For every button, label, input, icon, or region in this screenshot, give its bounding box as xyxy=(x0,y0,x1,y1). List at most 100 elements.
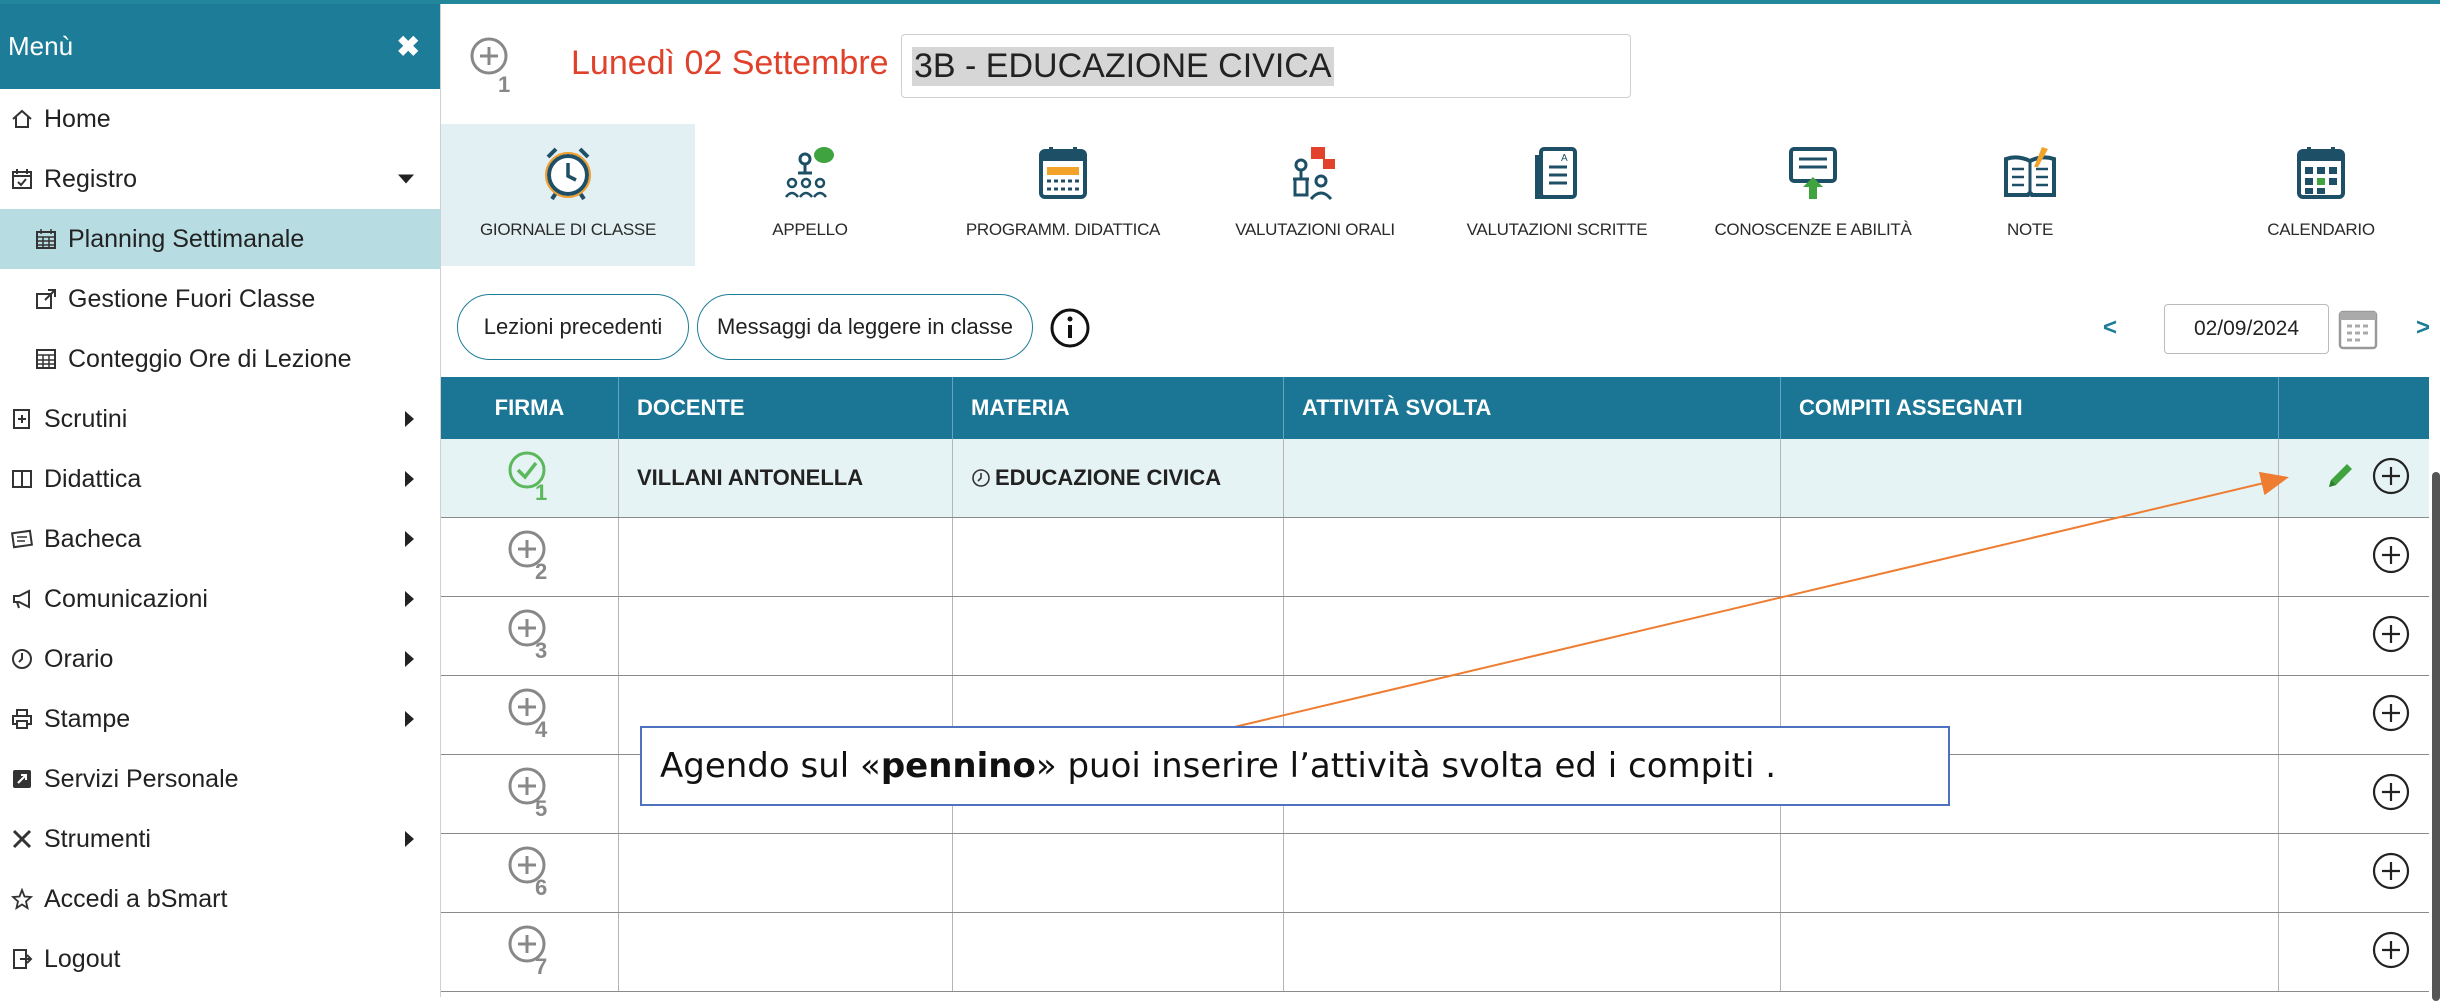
svg-text:6: 6 xyxy=(535,875,547,899)
clock-icon xyxy=(8,648,36,670)
table-header: FIRMA DOCENTE MATERIA ATTIVITÀ SVOLTA CO… xyxy=(441,377,2429,439)
sidebar-item-bacheca[interactable]: Bacheca xyxy=(0,509,440,569)
tab-note[interactable]: NOTE xyxy=(1941,124,2119,266)
tab-label: PROGRAMM. DIDATTICA xyxy=(965,220,1161,239)
sign-cell: 1 xyxy=(441,439,619,517)
caret-right-icon xyxy=(405,711,414,727)
row-actions xyxy=(2279,834,2429,912)
tab-programm-didattica[interactable]: PROGRAMM. DIDATTICA xyxy=(925,124,1201,266)
megaphone-icon xyxy=(8,588,36,610)
sidebar-item-orario[interactable]: Orario xyxy=(0,629,440,689)
add-circle-icon[interactable] xyxy=(2371,772,2411,817)
add-sign-icon[interactable]: 4 xyxy=(507,685,553,746)
vertical-scrollbar[interactable] xyxy=(2432,472,2440,1001)
signed-check-icon[interactable]: 1 xyxy=(507,448,553,509)
planning-calendar-icon xyxy=(1037,145,1089,206)
tab-calendario[interactable]: CALENDARIO xyxy=(2221,124,2421,266)
add-circle-icon[interactable] xyxy=(2371,535,2411,580)
sidebar-item-home[interactable]: Home xyxy=(0,89,440,149)
activity-cell xyxy=(1284,597,1781,675)
main-panel: 1 Lunedì 02 Settembre 3B - EDUCAZIONE CI… xyxy=(441,4,2440,1001)
lesson-date: Lunedì 02 Settembre xyxy=(571,44,889,82)
add-circle-icon[interactable] xyxy=(2371,851,2411,896)
class-subject-field[interactable]: 3B - EDUCAZIONE CIVICA xyxy=(901,34,1631,98)
table-row: 1 VILLANI ANTONELLA EDUCAZIONE CIVICA xyxy=(441,439,2429,518)
sidebar-item-conteggio-ore[interactable]: Conteggio Ore di Lezione xyxy=(0,329,440,389)
add-circle-icon[interactable] xyxy=(2371,456,2411,501)
previous-lessons-button[interactable]: Lezioni precedenti xyxy=(457,294,689,360)
tab-label: VALUTAZIONI SCRITTE xyxy=(1466,220,1648,239)
add-sign-icon[interactable]: 3 xyxy=(507,606,553,667)
subject-name: EDUCAZIONE CIVICA xyxy=(995,465,1222,490)
class-messages-button[interactable]: Messaggi da leggere in classe xyxy=(697,294,1033,360)
column-header-actions xyxy=(2279,377,2429,439)
sign-cell: 5 xyxy=(441,755,619,833)
add-sign-icon[interactable]: 5 xyxy=(507,764,553,825)
svg-text:2: 2 xyxy=(535,559,547,583)
add-circle-icon[interactable] xyxy=(2371,693,2411,738)
pencil-edit-icon[interactable] xyxy=(2323,459,2357,498)
callout-text-bold: pennino xyxy=(880,746,1036,786)
register-toolbar: GIORNALE DI CLASSE APPELLO PROGRAMM. DID… xyxy=(441,124,2440,266)
sidebar-item-registro[interactable]: Registro xyxy=(0,149,440,209)
calendar-check-icon xyxy=(8,168,36,190)
teacher-cell xyxy=(619,518,953,596)
add-sign-icon[interactable]: 6 xyxy=(507,843,553,904)
homework-cell xyxy=(1781,597,2279,675)
add-sign-icon[interactable]: 7 xyxy=(507,922,553,983)
tab-giornale-di-classe[interactable]: GIORNALE DI CLASSE xyxy=(441,124,695,266)
caret-right-icon xyxy=(405,471,414,487)
subject-cell xyxy=(953,913,1284,991)
sidebar-item-gestione-fuori-classe[interactable]: Gestione Fuori Classe xyxy=(0,269,440,329)
logout-icon xyxy=(8,948,36,970)
tab-valutazioni-scritte[interactable]: A VALUTAZIONI SCRITTE xyxy=(1429,124,1685,266)
sidebar-item-label: Registro xyxy=(44,164,138,193)
sidebar-item-label: Servizi Personale xyxy=(44,764,239,793)
caret-right-icon xyxy=(405,411,414,427)
sidebar-item-bsmart[interactable]: Accedi a bSmart xyxy=(0,869,440,929)
tab-appello[interactable]: APPELLO xyxy=(695,124,925,266)
previous-day-button[interactable]: < xyxy=(2103,314,2117,342)
class-subject-value: 3B - EDUCAZIONE CIVICA xyxy=(912,47,1334,86)
sidebar-item-logout[interactable]: Logout xyxy=(0,929,440,989)
sidebar-item-servizi-personale[interactable]: Servizi Personale xyxy=(0,749,440,809)
date-picker-icon[interactable] xyxy=(2338,308,2378,355)
callout-text-after: » puoi inserire l’attività svolta ed i c… xyxy=(1035,746,1777,786)
tools-icon xyxy=(8,828,36,850)
book-icon xyxy=(8,468,36,490)
svg-text:3: 3 xyxy=(535,638,547,662)
sidebar-item-planning-settimanale[interactable]: Planning Settimanale xyxy=(0,209,440,269)
caret-right-icon xyxy=(405,651,414,667)
add-sign-icon[interactable]: 2 xyxy=(507,527,553,588)
svg-text:7: 7 xyxy=(535,954,547,978)
sidebar-item-scrutini[interactable]: Scrutini xyxy=(0,389,440,449)
calendar-grid-icon xyxy=(2295,145,2347,206)
sidebar-item-didattica[interactable]: Didattica xyxy=(0,449,440,509)
sidebar-item-strumenti[interactable]: Strumenti xyxy=(0,809,440,869)
teacher-cell xyxy=(619,913,953,991)
activity-cell xyxy=(1284,518,1781,596)
sidebar-item-label: Strumenti xyxy=(44,824,151,853)
subject-cell xyxy=(953,597,1284,675)
tab-valutazioni-orali[interactable]: VALUTAZIONI ORALI xyxy=(1201,124,1429,266)
add-circle-icon[interactable] xyxy=(2371,930,2411,975)
sidebar-item-comunicazioni[interactable]: Comunicazioni xyxy=(0,569,440,629)
sidebar-item-label: Stampe xyxy=(44,704,131,733)
close-icon[interactable]: ✖ xyxy=(397,30,420,63)
svg-text:1: 1 xyxy=(535,480,547,504)
next-day-button[interactable]: > xyxy=(2416,314,2430,342)
info-icon[interactable] xyxy=(1049,307,1091,354)
column-header-firma: FIRMA xyxy=(441,377,619,439)
sidebar-item-label: Orario xyxy=(44,644,114,673)
date-field[interactable]: 02/09/2024 xyxy=(2164,304,2329,354)
star-icon xyxy=(8,888,36,910)
tab-label: GIORNALE DI CLASSE xyxy=(480,220,656,239)
table-row: 6 xyxy=(441,834,2429,913)
add-circle-icon[interactable] xyxy=(2371,614,2411,659)
sidebar-item-label: Scrutini xyxy=(44,404,128,433)
sidebar-item-stampe[interactable]: Stampe xyxy=(0,689,440,749)
sidebar-item-label: Home xyxy=(44,104,111,133)
add-hour-icon[interactable]: 1 xyxy=(469,34,515,101)
tab-conoscenze-abilita[interactable]: CONOSCENZE E ABILITÀ xyxy=(1685,124,1941,266)
calendar-icon xyxy=(32,228,60,250)
